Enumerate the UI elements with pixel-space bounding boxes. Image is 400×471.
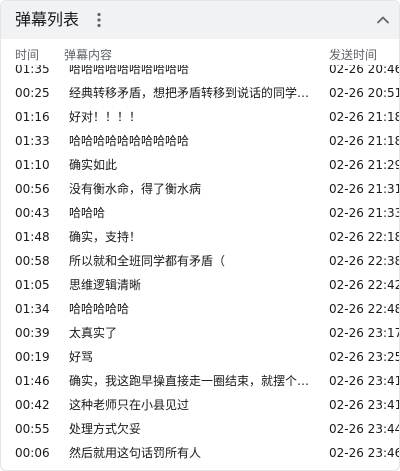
list-item[interactable]: 01:10 确实如此 02-26 21:29 (1, 153, 400, 177)
danmaku-content: 确实，支持！ (69, 230, 142, 244)
danmaku-sent-time: 02-26 23:44 (329, 422, 400, 436)
danmaku-content: 确实，我这跑早操直接走一圈结束，就摆个样子 (69, 374, 317, 388)
danmaku-sent-time: 02-26 21:29 (329, 158, 400, 172)
danmaku-content: 处理方式欠妥 (69, 422, 142, 436)
danmaku-sent-time: 02-26 23:41 (329, 374, 400, 388)
danmaku-time: 01:35 (15, 65, 50, 76)
danmaku-sent-time: 02-26 22:18 (329, 230, 400, 244)
danmaku-content: 经典转移矛盾，想把矛盾转移到说话的同学身上 (69, 86, 317, 100)
danmaku-sent-time: 02-26 21:33 (329, 206, 400, 220)
list-item[interactable]: 00:39 太真实了 02-26 23:17 (1, 321, 400, 345)
danmaku-sent-time: 02-26 23:46 (329, 446, 400, 460)
danmaku-sent-time: 02-26 21:31 (329, 182, 400, 196)
column-header-content[interactable]: 弹幕内容 (64, 47, 112, 63)
danmaku-content: 太真实了 (69, 326, 118, 340)
list-item[interactable]: 00:56 没有衡水命，得了衡水病 02-26 21:31 (1, 177, 400, 201)
danmaku-content: 思维逻辑清晰 (69, 278, 142, 292)
list-item[interactable]: 01:05 思维逻辑清晰 02-26 22:42 (1, 273, 400, 297)
panel-header: 弹幕列表 (1, 1, 399, 39)
danmaku-time: 01:46 (15, 374, 50, 388)
danmaku-content: 哈哈哈哈哈哈哈哈哈哈 (69, 134, 190, 148)
list-item[interactable]: 00:42 这种老师只在小县见过 02-26 23:41 (1, 393, 400, 417)
danmaku-sent-time: 02-26 23:41 (329, 398, 400, 412)
danmaku-time: 00:43 (15, 206, 50, 220)
list-item[interactable]: 00:19 好骂 02-26 23:25 (1, 345, 400, 369)
danmaku-time: 01:10 (15, 158, 50, 172)
danmaku-sent-time: 02-26 23:25 (329, 350, 400, 364)
danmaku-content: 哈哈哈哈哈哈哈哈哈哈 (69, 65, 190, 76)
column-header-sent-time[interactable]: 发送时间 (329, 47, 377, 63)
more-vertical-icon[interactable] (89, 10, 109, 30)
danmaku-time: 00:58 (15, 254, 50, 268)
danmaku-list-panel: 弹幕列表 时间 弹幕内容 发送时间 01:35 哈哈哈哈哈哈哈哈哈哈 02-26 2… (0, 0, 400, 471)
danmaku-time: 00:39 (15, 326, 50, 340)
list-item[interactable]: 00:06 然后就用这句话罚所有人 02-26 23:46 (1, 441, 400, 465)
list-item[interactable]: 01:48 确实，支持！ 02-26 22:18 (1, 225, 400, 249)
danmaku-sent-time: 02-26 20:46 (329, 65, 400, 76)
column-header-time[interactable]: 时间 (15, 47, 39, 63)
danmaku-content: 好骂 (69, 350, 94, 364)
danmaku-content: 没有衡水命，得了衡水病 (69, 182, 202, 196)
danmaku-time: 00:55 (15, 422, 50, 436)
list-item[interactable]: 01:16 好对！！！！ 02-26 21:18 (1, 105, 400, 129)
danmaku-time: 01:16 (15, 110, 50, 124)
panel-title: 弹幕列表 (15, 10, 80, 29)
danmaku-time: 01:05 (15, 278, 50, 292)
danmaku-content: 所以就和全班同学都有矛盾（ (69, 254, 226, 268)
danmaku-sent-time: 02-26 22:42 (329, 278, 400, 292)
danmaku-list[interactable]: 01:35 哈哈哈哈哈哈哈哈哈哈 02-26 20:46 00:25 经典转移矛盾，想把… (1, 65, 400, 470)
danmaku-time: 00:42 (15, 398, 50, 412)
danmaku-sent-time: 02-26 21:18 (329, 110, 400, 124)
danmaku-time: 01:33 (15, 134, 50, 148)
danmaku-sent-time: 02-26 23:17 (329, 326, 400, 340)
list-item[interactable]: 00:58 所以就和全班同学都有矛盾（ 02-26 22:38 (1, 249, 400, 273)
danmaku-content: 好对！！！！ (69, 110, 142, 124)
danmaku-time: 00:25 (15, 86, 50, 100)
list-item[interactable]: 00:43 哈哈哈 02-26 21:33 (1, 201, 400, 225)
danmaku-time: 01:48 (15, 230, 50, 244)
list-item[interactable]: 01:33 哈哈哈哈哈哈哈哈哈哈 02-26 21:18 (1, 129, 400, 153)
danmaku-sent-time: 02-26 20:51 (329, 86, 400, 100)
danmaku-time: 00:56 (15, 182, 50, 196)
danmaku-content: 确实如此 (69, 158, 118, 172)
danmaku-sent-time: 02-26 21:18 (329, 134, 400, 148)
danmaku-list-inner: 01:35 哈哈哈哈哈哈哈哈哈哈 02-26 20:46 00:25 经典转移矛盾，想把… (1, 65, 400, 465)
danmaku-sent-time: 02-26 22:38 (329, 254, 400, 268)
danmaku-time: 00:06 (15, 446, 50, 460)
danmaku-content: 然后就用这句话罚所有人 (69, 446, 202, 460)
list-item[interactable]: 01:34 哈哈哈哈哈 02-26 22:48 (1, 297, 400, 321)
list-item[interactable]: 00:25 经典转移矛盾，想把矛盾转移到说话的同学身上 02-26 20:51 (1, 81, 400, 105)
danmaku-time: 00:19 (15, 350, 50, 364)
danmaku-content: 哈哈哈 (69, 206, 106, 220)
list-item[interactable]: 01:46 确实，我这跑早操直接走一圈结束，就摆个样子 02-26 23:41 (1, 369, 400, 393)
danmaku-content: 这种老师只在小县见过 (69, 398, 190, 412)
chevron-up-icon[interactable] (373, 10, 393, 30)
list-item[interactable]: 01:35 哈哈哈哈哈哈哈哈哈哈 02-26 20:46 (1, 65, 400, 81)
list-item[interactable]: 00:55 处理方式欠妥 02-26 23:44 (1, 417, 400, 441)
danmaku-content: 哈哈哈哈哈 (69, 302, 130, 316)
danmaku-time: 01:34 (15, 302, 50, 316)
danmaku-sent-time: 02-26 22:48 (329, 302, 400, 316)
